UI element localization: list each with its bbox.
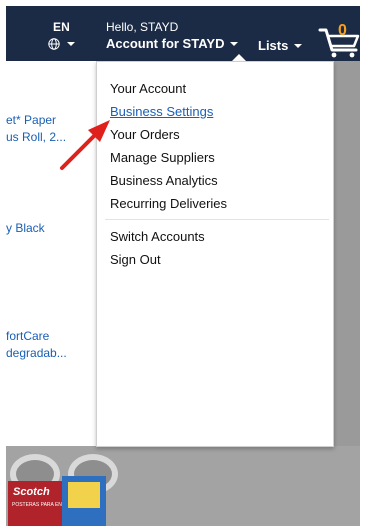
menu-item-recurring-deliveries[interactable]: Recurring Deliveries <box>110 196 227 211</box>
menu-item-sign-out[interactable]: Sign Out <box>110 252 161 267</box>
caret-down-icon <box>294 43 303 48</box>
menu-divider <box>105 219 329 220</box>
caret-down-icon <box>230 41 239 46</box>
language-code: EN <box>52 20 71 34</box>
tape-package-label <box>68 482 100 508</box>
account-menu-trigger[interactable]: Hello, STAYD Account for STAYD <box>106 20 239 51</box>
menu-item-business-analytics[interactable]: Business Analytics <box>110 173 218 188</box>
menu-item-your-account[interactable]: Your Account <box>110 81 186 96</box>
lists-menu-trigger[interactable]: Lists <box>258 38 303 53</box>
menu-item-business-settings[interactable]: Business Settings <box>110 104 213 119</box>
screenshot-frame: EN Hello, STAYD Account for STAYD Lists <box>6 6 360 526</box>
menu-item-your-orders[interactable]: Your Orders <box>110 127 180 142</box>
product-link[interactable]: y Black <box>6 220 45 237</box>
annotation-arrow-icon <box>60 120 110 170</box>
cart-count-badge: 0 <box>338 22 347 39</box>
lists-label: Lists <box>258 38 289 53</box>
account-label: Account for STAYD <box>106 36 225 51</box>
menu-item-switch-accounts[interactable]: Switch Accounts <box>110 229 205 244</box>
account-greeting: Hello, STAYD <box>106 20 179 34</box>
menu-pointer <box>232 54 246 61</box>
product-link[interactable]: fortCare degradab... <box>6 328 67 362</box>
scotch-brand-text: Scotch <box>13 486 50 498</box>
menu-item-manage-suppliers[interactable]: Manage Suppliers <box>110 150 215 165</box>
caret-down-icon <box>67 42 75 46</box>
language-selector[interactable]: EN <box>48 20 75 50</box>
account-dropdown-menu: Your Account Business Settings Your Orde… <box>96 61 334 447</box>
globe-icon <box>48 38 60 50</box>
top-nav-bar: EN Hello, STAYD Account for STAYD Lists <box>6 6 360 61</box>
